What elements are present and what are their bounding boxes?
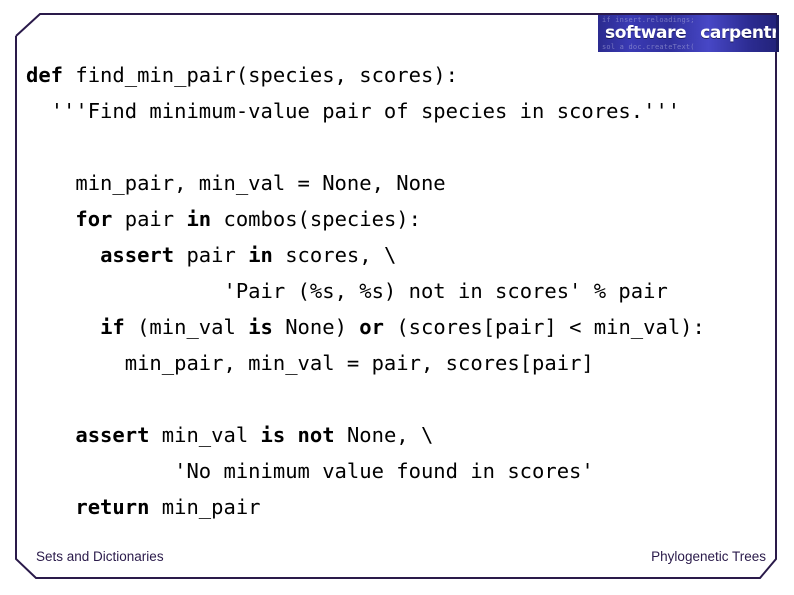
code-text: pair <box>186 243 249 267</box>
code-text: min_pair, min_val = pair, scores[pair] <box>124 351 594 375</box>
code-keyword: assert <box>75 423 162 447</box>
logo-wordmark: software carpentry <box>598 23 776 44</box>
footer-left-label: Sets and Dictionaries <box>36 549 164 564</box>
slide-footer: Sets and Dictionaries Phylogenetic Trees <box>0 549 794 579</box>
code-line: 'Pair (%s, %s) not in scores' % pair <box>26 273 778 309</box>
code-text: find_min_pair(species, scores): <box>75 63 458 87</box>
code-line: assert pair in scores, \ <box>26 237 778 273</box>
code-line: 'No minimum value found in scores' <box>26 453 778 489</box>
code-keyword: in <box>248 243 286 267</box>
code-keyword: is <box>248 315 286 339</box>
code-keyword: is not <box>260 423 347 447</box>
code-keyword: if <box>100 315 138 339</box>
software-carpentry-logo: if insert.reloadings; software carpentry… <box>598 15 779 52</box>
code-block: def find_min_pair(species, scores): '''F… <box>26 57 778 527</box>
code-text: None, \ <box>346 423 434 447</box>
code-text: min_pair, min_val = None, None <box>75 171 446 195</box>
code-text: (scores[pair] < min_val): <box>396 315 705 339</box>
code-text: (min_val <box>137 315 249 339</box>
code-keyword: return <box>75 495 162 519</box>
code-keyword: in <box>186 207 224 231</box>
code-line: assert min_val is not None, \ <box>26 417 778 453</box>
slide: if insert.reloadings; software carpentry… <box>0 0 794 595</box>
footer-right-label: Phylogenetic Trees <box>651 549 766 564</box>
code-text: 'Pair (%s, %s) not in scores' % pair <box>223 279 668 303</box>
code-keyword: for <box>75 207 125 231</box>
code-text: combos(species): <box>223 207 421 231</box>
code-text: scores, \ <box>285 243 397 267</box>
logo-ghost-text-bottom: sol a doc.createText( <box>602 43 695 51</box>
logo-word-software: software <box>605 23 687 43</box>
code-text: '''Find minimum-value pair of species in… <box>50 99 681 123</box>
code-line: min_pair, min_val = pair, scores[pair] <box>26 345 778 381</box>
code-text: pair <box>124 207 187 231</box>
code-keyword: def <box>26 63 76 87</box>
code-line: min_pair, min_val = None, None <box>26 165 778 201</box>
code-line: '''Find minimum-value pair of species in… <box>26 93 778 129</box>
code-line: return min_pair <box>26 489 778 525</box>
code-line: def find_min_pair(species, scores): <box>26 57 778 93</box>
logo-word-carpentry: carpentry <box>700 23 779 43</box>
code-text: 'No minimum value found in scores' <box>174 459 594 483</box>
code-line: for pair in combos(species): <box>26 201 778 237</box>
code-line: if (min_val is None) or (scores[pair] < … <box>26 309 778 345</box>
code-keyword: or <box>359 315 397 339</box>
code-text: min_val <box>161 423 261 447</box>
code-text: None) <box>285 315 360 339</box>
code-text: min_pair <box>161 495 261 519</box>
code-keyword: assert <box>100 243 187 267</box>
